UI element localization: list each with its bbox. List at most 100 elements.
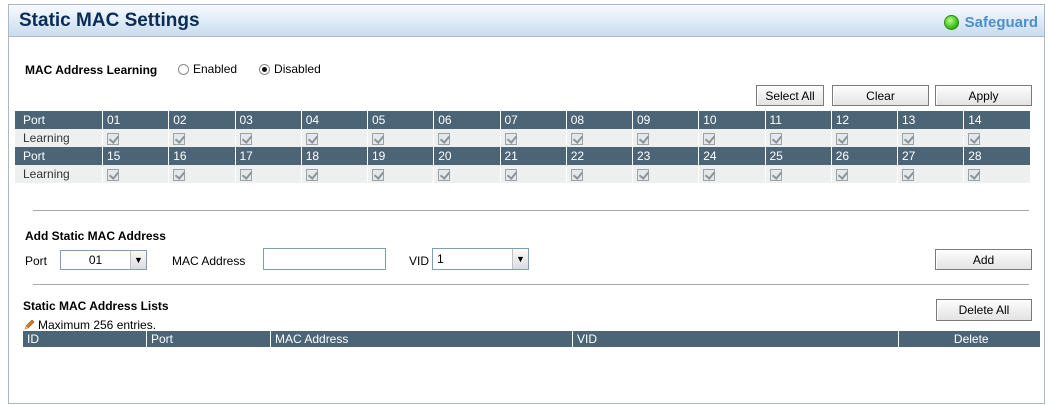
port-number: 27 [896, 147, 964, 165]
mac-address-label: MAC Address [172, 254, 246, 268]
learning-checkbox[interactable] [239, 132, 252, 145]
chevron-down-icon[interactable]: ▼ [130, 251, 146, 269]
port-number: 19 [366, 147, 434, 165]
learning-checkbox[interactable] [703, 132, 716, 145]
port-number: 09 [631, 111, 699, 129]
learning-checkbox[interactable] [305, 168, 318, 181]
learning-checkbox[interactable] [107, 168, 119, 181]
port-number: 02 [168, 111, 235, 129]
learning-cell [234, 165, 302, 183]
learning-checkbox[interactable] [173, 132, 186, 145]
learning-checkbox[interactable] [835, 132, 848, 145]
mac-learning-label: MAC Address Learning [25, 63, 158, 77]
learning-checkbox[interactable] [305, 132, 318, 145]
radio-disabled[interactable]: Disabled [259, 62, 321, 76]
learning-checkbox[interactable] [570, 132, 583, 145]
learning-checkbox[interactable] [968, 132, 981, 145]
port-number: 12 [830, 111, 898, 129]
vid-select-value: 1 [437, 252, 444, 266]
learning-checkbox[interactable] [769, 168, 782, 181]
learning-checkbox[interactable] [173, 168, 186, 181]
mac-learning-radio-group: Enabled Disabled [178, 62, 343, 76]
mac-address-input[interactable] [263, 248, 386, 270]
port-number: 18 [300, 147, 368, 165]
learning-cell [366, 129, 434, 147]
learning-checkbox[interactable] [637, 168, 649, 181]
port-number: 23 [631, 147, 699, 165]
vid-select[interactable]: 1 ▼ [432, 248, 529, 270]
learning-checkbox[interactable] [703, 168, 716, 181]
col-header-port: Port [146, 331, 271, 347]
learning-cell [830, 165, 898, 183]
radio-enabled-icon[interactable] [178, 63, 189, 75]
safeguard-label: Safeguard [964, 13, 1038, 31]
port-select[interactable]: 01 ▼ [60, 250, 147, 270]
port-number: 24 [698, 147, 765, 165]
learning-checkbox[interactable] [372, 132, 384, 145]
learning-cell [168, 165, 235, 183]
port-learning-table: Port 01 02 03 04 05 06 07 08 09 10 11 12 13 14 Learning… [14, 111, 1030, 183]
chevron-down-icon[interactable]: ▼ [512, 249, 528, 269]
port-number: 06 [433, 111, 500, 129]
learning-checkbox[interactable] [438, 132, 451, 145]
learning-cell [168, 129, 235, 147]
select-all-button[interactable]: Select All [756, 85, 824, 106]
port-number: 04 [300, 111, 368, 129]
port-number: 14 [963, 111, 1030, 129]
learning-checkbox[interactable] [239, 168, 252, 181]
learning-cell [101, 165, 169, 183]
learning-checkbox[interactable] [504, 132, 517, 145]
add-button[interactable]: Add [935, 249, 1032, 270]
learning-checkbox[interactable] [107, 132, 119, 145]
learning-cell [366, 165, 434, 183]
delete-all-button[interactable]: Delete All [936, 299, 1032, 321]
learning-row-label: Learning [14, 129, 103, 147]
list-header-row: ID Port MAC Address VID Delete [22, 331, 1040, 347]
vid-label: VID [409, 254, 430, 268]
learning-checkbox[interactable] [968, 168, 981, 181]
learning-checkbox[interactable] [835, 168, 848, 181]
learning-cell [896, 165, 964, 183]
divider [33, 210, 1029, 212]
col-header-delete: Delete [898, 331, 1040, 347]
learning-cell [101, 129, 169, 147]
learning-cell [764, 165, 832, 183]
learning-cell [963, 129, 1030, 147]
learning-cell [300, 165, 368, 183]
pencil-icon [24, 319, 35, 330]
learning-checkbox[interactable] [438, 168, 451, 181]
learning-checkbox[interactable] [902, 132, 914, 145]
learning-cell [499, 165, 567, 183]
learning-cell [300, 129, 368, 147]
port-number: 10 [698, 111, 765, 129]
learning-checkbox[interactable] [637, 132, 649, 145]
port-select-value: 01 [88, 253, 103, 267]
learning-checkbox[interactable] [769, 132, 782, 145]
learning-row-label: Learning [14, 165, 103, 183]
learning-cell [499, 129, 567, 147]
learning-cell [565, 129, 633, 147]
port-number: 25 [764, 147, 832, 165]
learning-checkbox[interactable] [570, 168, 583, 181]
clear-button[interactable]: Clear [832, 85, 929, 106]
radio-enabled-label: Enabled [193, 62, 238, 76]
port-row-label: Port [14, 111, 103, 129]
safeguard-indicator[interactable]: Safeguard [943, 12, 1038, 32]
max-entries-text: Maximum 256 entries. [38, 318, 157, 332]
port-number: 17 [234, 147, 302, 165]
divider [33, 284, 1029, 286]
port-number: 05 [366, 111, 434, 129]
learning-cell [433, 165, 500, 183]
port-number: 16 [168, 147, 235, 165]
apply-button[interactable]: Apply [935, 85, 1032, 106]
radio-disabled-icon[interactable] [259, 63, 271, 75]
port-number: 13 [896, 111, 964, 129]
learning-checkbox[interactable] [372, 168, 384, 181]
port-number: 03 [234, 111, 302, 129]
radio-enabled[interactable]: Enabled [178, 62, 237, 76]
port-number: 01 [101, 111, 169, 129]
learning-checkbox[interactable] [504, 168, 517, 181]
learning-checkbox[interactable] [902, 168, 914, 181]
port-row-label: Port [14, 147, 103, 165]
port-header-row: Port 01 02 03 04 05 06 07 08 09 10 11 12 13 14 [14, 111, 1030, 129]
